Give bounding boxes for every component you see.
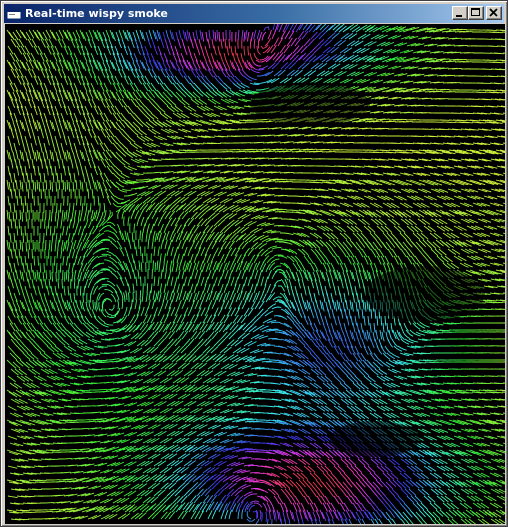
app-window: Real-time wispy smoke — [0, 0, 508, 527]
window-title: Real-time wispy smoke — [25, 7, 168, 20]
smoke-void — [330, 421, 420, 457]
app-window-icon[interactable] — [6, 7, 22, 21]
smoke-void — [365, 266, 485, 322]
close-icon — [489, 8, 498, 17]
maximize-button[interactable] — [468, 6, 484, 20]
smoke-field[interactable] — [5, 24, 505, 524]
smoke-canvas[interactable] — [5, 24, 505, 524]
title-bar[interactable]: Real-time wispy smoke — [4, 4, 504, 23]
close-button[interactable] — [486, 6, 502, 20]
window-controls — [452, 6, 502, 20]
smoke-void — [250, 82, 370, 126]
minimize-icon — [456, 15, 462, 17]
minimize-button[interactable] — [452, 6, 468, 20]
maximize-icon — [471, 8, 480, 16]
